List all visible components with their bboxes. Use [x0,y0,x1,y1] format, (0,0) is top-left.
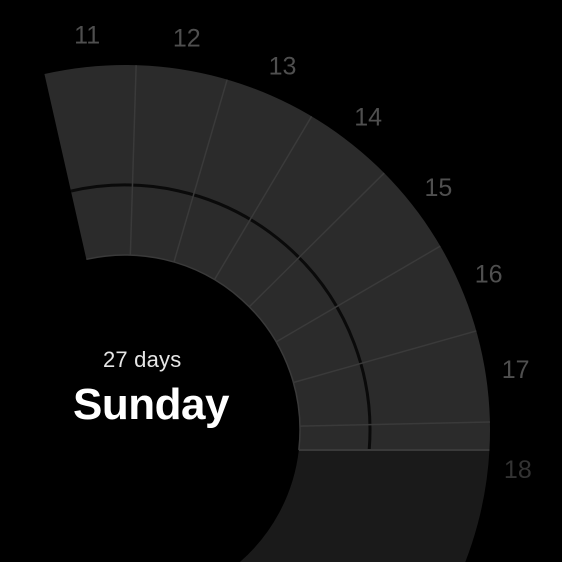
dial-svg: 11 12 13 14 15 16 17 18 [0,0,562,562]
hour-label: 13 [269,52,297,80]
radial-hour-dial: 11 12 13 14 15 16 17 18 27 days Sunday [0,0,562,562]
hour-label: 16 [475,260,503,288]
hour-label: 17 [502,356,530,384]
day-title: Sunday [73,380,229,430]
hour-label: 18 [504,456,532,484]
dial-annulus-reflection [237,450,489,562]
countdown-subtitle: 27 days [103,347,181,373]
hour-label: 15 [424,174,452,202]
hour-label: 11 [74,21,100,49]
hour-label: 14 [354,103,382,131]
hour-label: 12 [173,24,201,52]
